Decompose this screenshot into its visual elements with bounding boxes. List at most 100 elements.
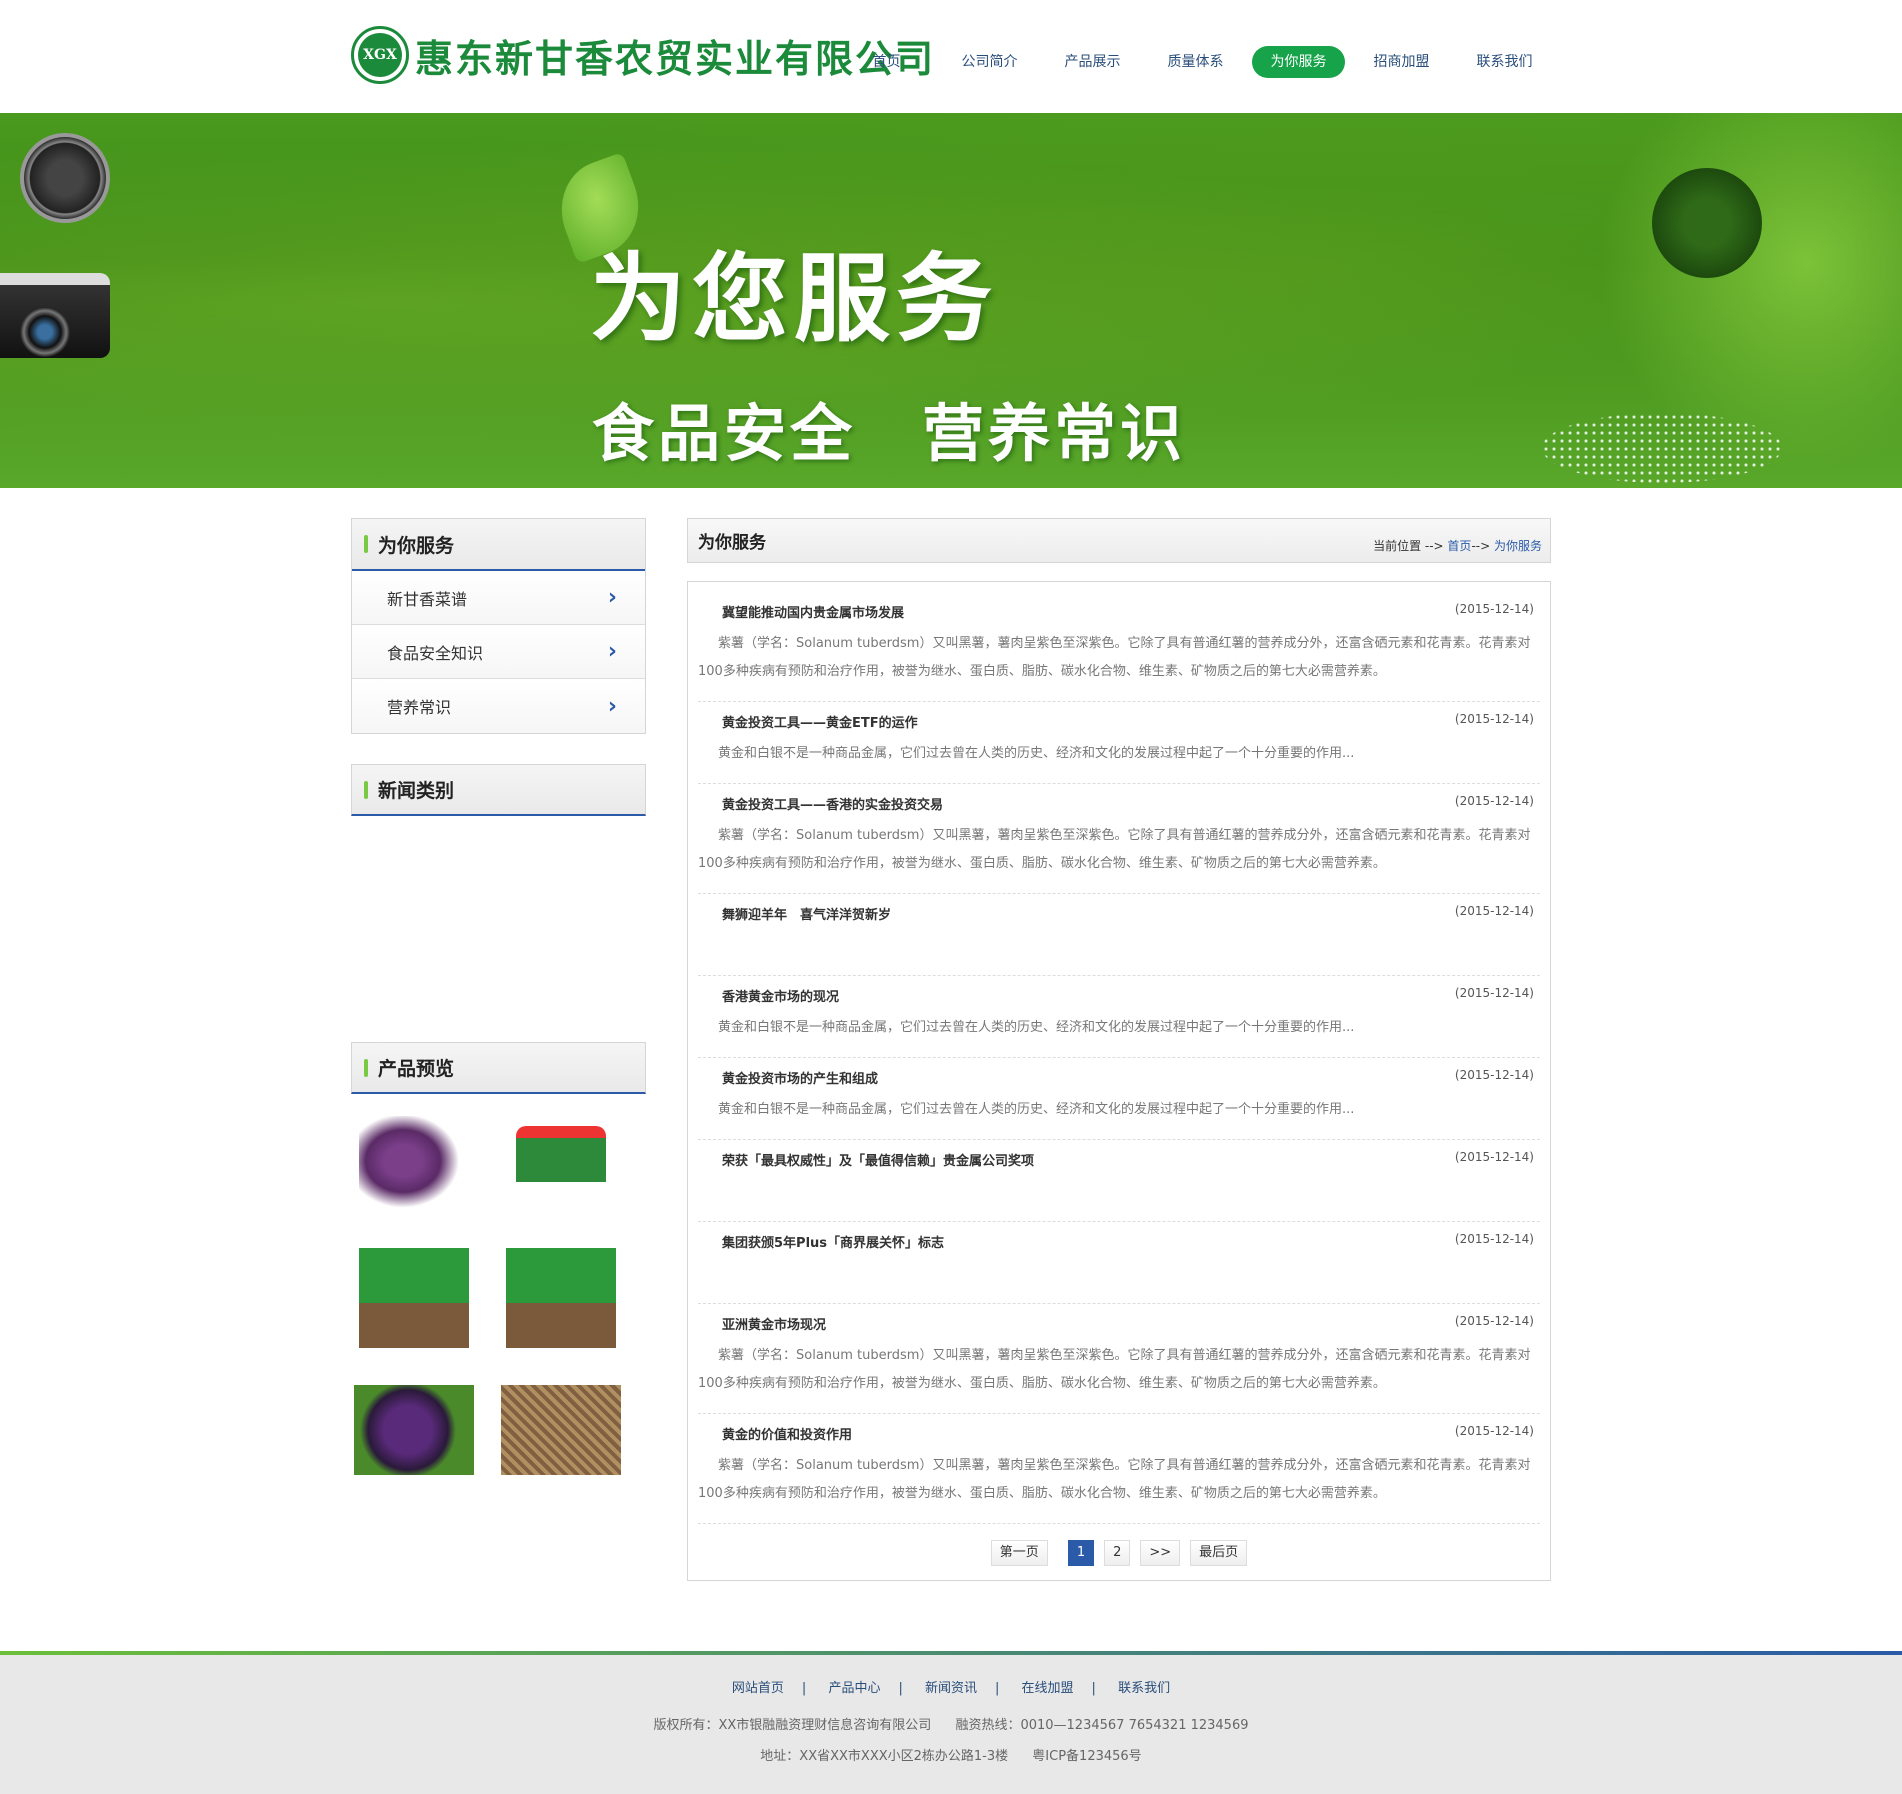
news-title[interactable]: 舞狮迎羊年 喜气洋洋贺新岁: [722, 904, 891, 923]
nav-products[interactable]: 产品展示: [1046, 46, 1139, 78]
news-title[interactable]: 香港黄金市场的现况: [722, 986, 839, 1005]
footer-link-home[interactable]: 网站首页: [732, 1681, 784, 1696]
site-footer: 网站首页 | 产品中心 | 新闻资讯 | 在线加盟 | 联系我们 版权所有：XX市银融融…: [0, 1651, 1902, 1794]
nav-quality[interactable]: 质量体系: [1149, 46, 1242, 78]
news-categories-body: [351, 816, 646, 1012]
news-item[interactable]: 黄金投资工具——黄金ETF的运作 (2015-12-14) 黄金和白银不是一种商品…: [698, 702, 1540, 784]
news-item[interactable]: 黄金的价值和投资作用 (2015-12-14) 紫薯（学名：Solanum tub…: [698, 1414, 1540, 1524]
news-categories-title: 新闻类别: [378, 780, 455, 802]
news-item[interactable]: 集团获颁5年Plus「商界展关怀」标志 (2015-12-14): [698, 1222, 1540, 1304]
product-thumb[interactable]: [500, 1106, 622, 1226]
next-page-button[interactable]: >>: [1140, 1540, 1181, 1566]
nav-service[interactable]: 为你服务: [1252, 46, 1345, 78]
sidebar-item-label: 营养常识: [387, 698, 452, 717]
sidebar-item-food-safety[interactable]: 食品安全知识 ›: [352, 625, 645, 679]
news-desc: 紫薯（学名：Solanum tuberdsm）又叫黑薯，薯肉呈紫色至深紫色。它除…: [698, 1458, 1531, 1501]
last-page-button[interactable]: 最后页: [1190, 1540, 1248, 1566]
pagination: 第一页 1 2 >> 最后页: [698, 1540, 1540, 1566]
news-title[interactable]: 黄金投资工具——黄金ETF的运作: [722, 712, 918, 731]
footer-link-franchise[interactable]: 在线加盟: [1022, 1681, 1074, 1696]
footer-separator: |: [801, 1681, 807, 1696]
sidebar-item-label: 食品安全知识: [387, 643, 484, 663]
breadcrumb-arrow: -->: [1471, 539, 1491, 553]
product-preview-header: 产品预览: [351, 1042, 646, 1094]
footer-links: 网站首页 | 产品中心 | 新闻资讯 | 在线加盟 | 联系我们: [0, 1677, 1902, 1696]
news-date: (2015-12-14): [1454, 1150, 1534, 1164]
news-title[interactable]: 黄金的价值和投资作用: [722, 1424, 852, 1443]
news-date: (2015-12-14): [1454, 1314, 1534, 1328]
cut-purple-potato-image: [354, 1385, 474, 1475]
news-title[interactable]: 集团获颁5年Plus「商界展关怀」标志: [722, 1232, 944, 1251]
chevron-right-icon: ›: [607, 693, 617, 719]
nav-home[interactable]: 首页: [840, 46, 933, 78]
banner-title: 为您服务: [590, 243, 998, 355]
sidebar-item-nutrition[interactable]: 营养常识 ›: [352, 679, 645, 733]
news-title[interactable]: 荣获「最具权威性」及「最值得信赖」贵金属公司奖项: [722, 1150, 1034, 1169]
nav-contact[interactable]: 联系我们: [1458, 46, 1551, 78]
product-preview-title: 产品预览: [378, 1058, 455, 1080]
news-item[interactable]: 香港黄金市场的现况 (2015-12-14) 黄金和白银不是一种商品金属，它们过去…: [698, 976, 1540, 1058]
footer-address-line: 地址：XX省XX市XXX小区2栋办公路1-3楼 粤ICP备123456号: [0, 1745, 1902, 1764]
news-item[interactable]: 舞狮迎羊年 喜气洋洋贺新岁 (2015-12-14): [698, 894, 1540, 976]
breadcrumb-current[interactable]: 为你服务: [1494, 539, 1542, 553]
banner-subtitle: 食品安全 营养常识: [592, 397, 1187, 470]
product-thumb[interactable]: [500, 1370, 622, 1490]
footer-address: 地址：XX省XX市XXX小区2栋办公路1-3楼: [760, 1749, 1009, 1764]
news-list: 冀望能推动国内贵金属市场发展 (2015-12-14) 紫薯（学名：Solanum…: [687, 581, 1551, 1581]
compass-icon: [20, 133, 110, 223]
news-desc: 紫薯（学名：Solanum tuberdsm）又叫黑薯，薯肉呈紫色至深紫色。它除…: [698, 1348, 1531, 1391]
service-menu-header: 为你服务: [352, 519, 645, 571]
chevron-right-icon: ›: [607, 585, 617, 610]
product-thumb[interactable]: [353, 1106, 475, 1226]
news-desc: 紫薯（学名：Solanum tuberdsm）又叫黑薯，薯肉呈紫色至深紫色。它除…: [698, 636, 1531, 679]
news-title[interactable]: 黄金投资市场的产生和组成: [722, 1068, 878, 1087]
footer-link-news[interactable]: 新闻资讯: [925, 1681, 977, 1696]
news-item[interactable]: 亚洲黄金市场现况 (2015-12-14) 紫薯（学名：Solanum tuber…: [698, 1304, 1540, 1414]
news-date: (2015-12-14): [1454, 1232, 1534, 1246]
nav-franchise[interactable]: 招商加盟: [1355, 46, 1448, 78]
news-item[interactable]: 黄金投资市场的产生和组成 (2015-12-14) 黄金和白银不是一种商品金属，它…: [698, 1058, 1540, 1140]
news-desc: 紫薯（学名：Solanum tuberdsm）又叫黑薯，薯肉呈紫色至深紫色。它除…: [698, 828, 1531, 871]
page-1-button[interactable]: 1: [1067, 1540, 1095, 1566]
product-preview: 产品预览: [351, 1042, 646, 1490]
site-header: XGX 惠东新甘香农贸实业有限公司 首页 公司简介 产品展示 质量体系 为你服务…: [0, 0, 1902, 113]
heading-bar-icon: [364, 535, 368, 553]
news-title[interactable]: 亚洲黄金市场现况: [722, 1314, 826, 1333]
flowers-decoration: [1542, 413, 1782, 483]
footer-link-contact[interactable]: 联系我们: [1118, 1681, 1170, 1696]
sidebar-item-recipes[interactable]: 新甘香菜谱 ›: [352, 571, 645, 625]
footer-info: 版权所有：XX市银融融资理财信息咨询有限公司 融资热线：0010—1234567…: [0, 1714, 1902, 1733]
news-desc: 黄金和白银不是一种商品金属，它们过去曾在人类的历史、经济和文化的发展过程中起了一…: [718, 1020, 1355, 1035]
breadcrumb-prefix: 当前位置 -->: [1373, 539, 1444, 553]
footer-copyright: 版权所有：XX市银融融资理财信息咨询有限公司: [653, 1718, 932, 1733]
page-2-button[interactable]: 2: [1104, 1540, 1131, 1566]
footer-separator: |: [1091, 1681, 1096, 1696]
news-item[interactable]: 冀望能推动国内贵金属市场发展 (2015-12-14) 紫薯（学名：Solanum…: [698, 592, 1540, 702]
news-item[interactable]: 荣获「最具权威性」及「最值得信赖」贵金属公司奖项 (2015-12-14): [698, 1140, 1540, 1222]
product-thumb[interactable]: [353, 1238, 475, 1358]
footer-icp: 粤ICP备123456号: [1032, 1749, 1142, 1764]
camera-lens: [20, 307, 70, 357]
news-categories: 新闻类别: [351, 764, 646, 1012]
product-thumb[interactable]: [353, 1370, 475, 1490]
logo-emblem-icon: XGX: [351, 26, 409, 84]
news-date: (2015-12-14): [1454, 602, 1534, 616]
breadcrumb-home[interactable]: 首页: [1447, 539, 1471, 553]
news-date: (2015-12-14): [1454, 986, 1534, 1000]
sidebar: 为你服务 新甘香菜谱 › 食品安全知识 › 营养常识 › 新闻类别 产品预览: [351, 518, 646, 1520]
product-thumb[interactable]: [500, 1238, 622, 1358]
news-date: (2015-12-14): [1454, 904, 1534, 918]
product-grid: [351, 1094, 646, 1490]
footer-link-products[interactable]: 产品中心: [828, 1681, 880, 1696]
main-area: 为你服务 新甘香菜谱 › 食品安全知识 › 营养常识 › 新闻类别 产品预览 为…: [351, 518, 1551, 1651]
purple-sweet-potato-image: [359, 1116, 469, 1216]
news-date: (2015-12-14): [1454, 794, 1534, 808]
sidebar-item-label: 新甘香菜谱: [387, 589, 468, 609]
first-page-button[interactable]: 第一页: [990, 1540, 1048, 1566]
service-menu: 为你服务 新甘香菜谱 › 食品安全知识 › 营养常识 ›: [351, 518, 646, 734]
news-title[interactable]: 冀望能推动国内贵金属市场发展: [722, 602, 904, 621]
news-title[interactable]: 黄金投资工具——香港的实金投资交易: [722, 794, 943, 813]
nav-about[interactable]: 公司简介: [943, 46, 1036, 78]
news-item[interactable]: 黄金投资工具——香港的实金投资交易 (2015-12-14) 紫薯（学名：Sola…: [698, 784, 1540, 894]
news-date: (2015-12-14): [1454, 712, 1534, 726]
